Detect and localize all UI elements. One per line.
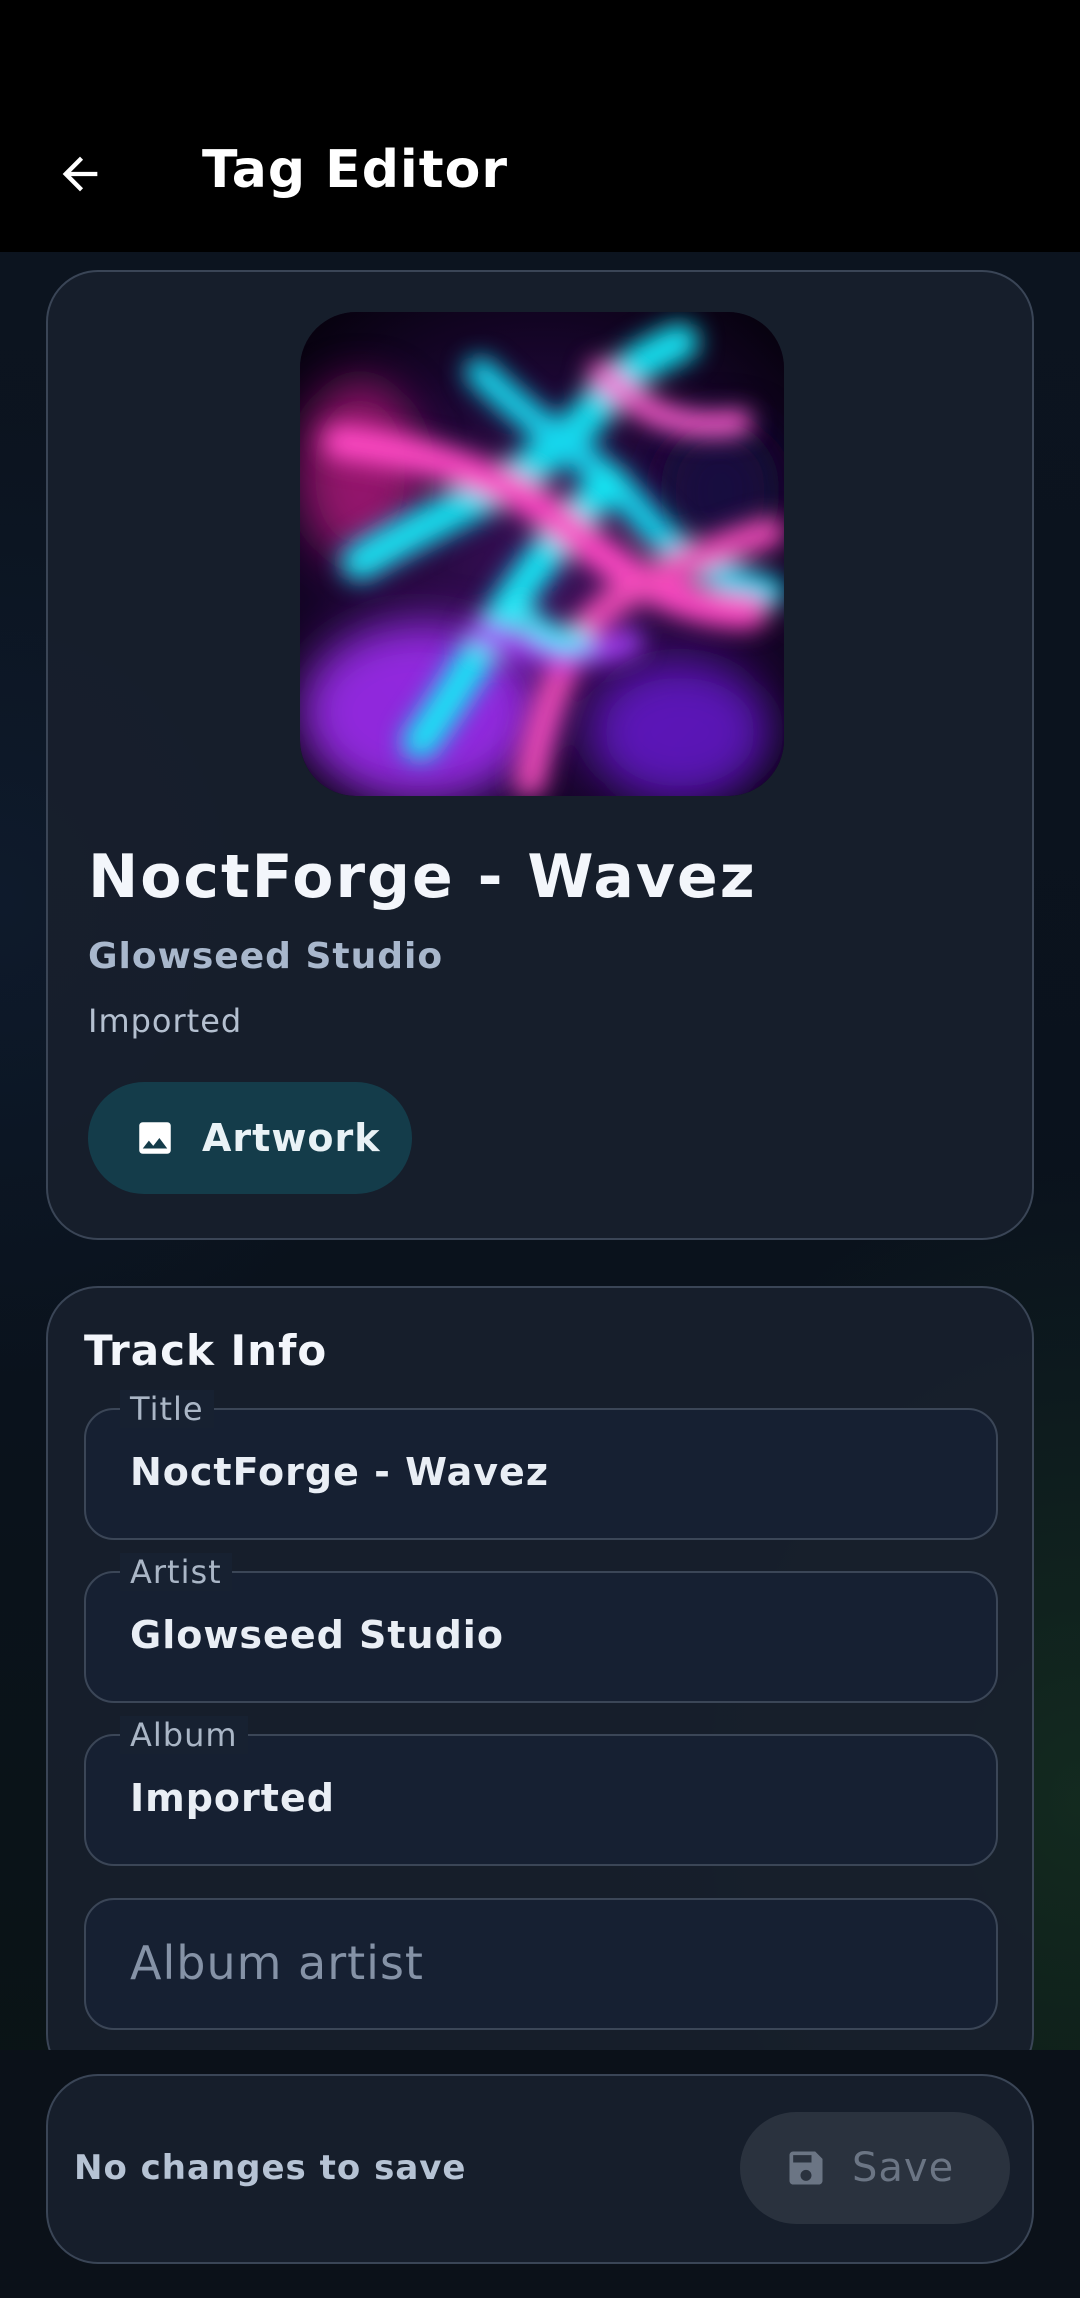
artist-field-value[interactable]: Glowseed Studio (130, 1613, 504, 1657)
artist-field-label: Artist (120, 1553, 232, 1591)
save-bar: No changes to save Save (46, 2074, 1034, 2264)
track-info-card: Track Info Title NoctForge - Wavez Artis… (46, 1286, 1034, 2086)
save-button-label: Save (852, 2145, 955, 2191)
save-button[interactable]: Save (740, 2112, 1010, 2224)
title-field[interactable]: Title NoctForge - Wavez (84, 1390, 998, 1540)
track-title: NoctForge - Wavez (88, 842, 757, 912)
page-title: Tag Editor (202, 140, 508, 200)
album-field-value[interactable]: Imported (130, 1776, 335, 1820)
track-header-card: NoctForge - Wavez Glowseed Studio Import… (46, 270, 1034, 1240)
save-icon (789, 2151, 823, 2185)
artwork-button[interactable]: Artwork (88, 1082, 412, 1194)
track-album: Imported (88, 1002, 243, 1040)
album-field[interactable]: Album Imported (84, 1716, 998, 1866)
track-artist: Glowseed Studio (88, 936, 444, 977)
image-icon (139, 1122, 171, 1154)
section-heading: Track Info (84, 1326, 328, 1375)
album-artwork[interactable] (300, 312, 784, 796)
app-bar: Tag Editor (0, 0, 1080, 252)
title-field-label: Title (120, 1390, 214, 1428)
arrow-back-icon (62, 156, 98, 192)
save-status-text: No changes to save (74, 2148, 467, 2188)
album-field-label: Album (120, 1716, 248, 1754)
album-artist-placeholder[interactable]: Album artist (130, 1936, 424, 1990)
artwork-button-label: Artwork (202, 1116, 381, 1160)
artist-field[interactable]: Artist Glowseed Studio (84, 1553, 998, 1703)
title-field-value[interactable]: NoctForge - Wavez (130, 1450, 549, 1494)
album-artist-field[interactable]: Album artist (84, 1898, 998, 2030)
swirl-artwork (300, 312, 784, 796)
back-button[interactable] (40, 134, 120, 214)
